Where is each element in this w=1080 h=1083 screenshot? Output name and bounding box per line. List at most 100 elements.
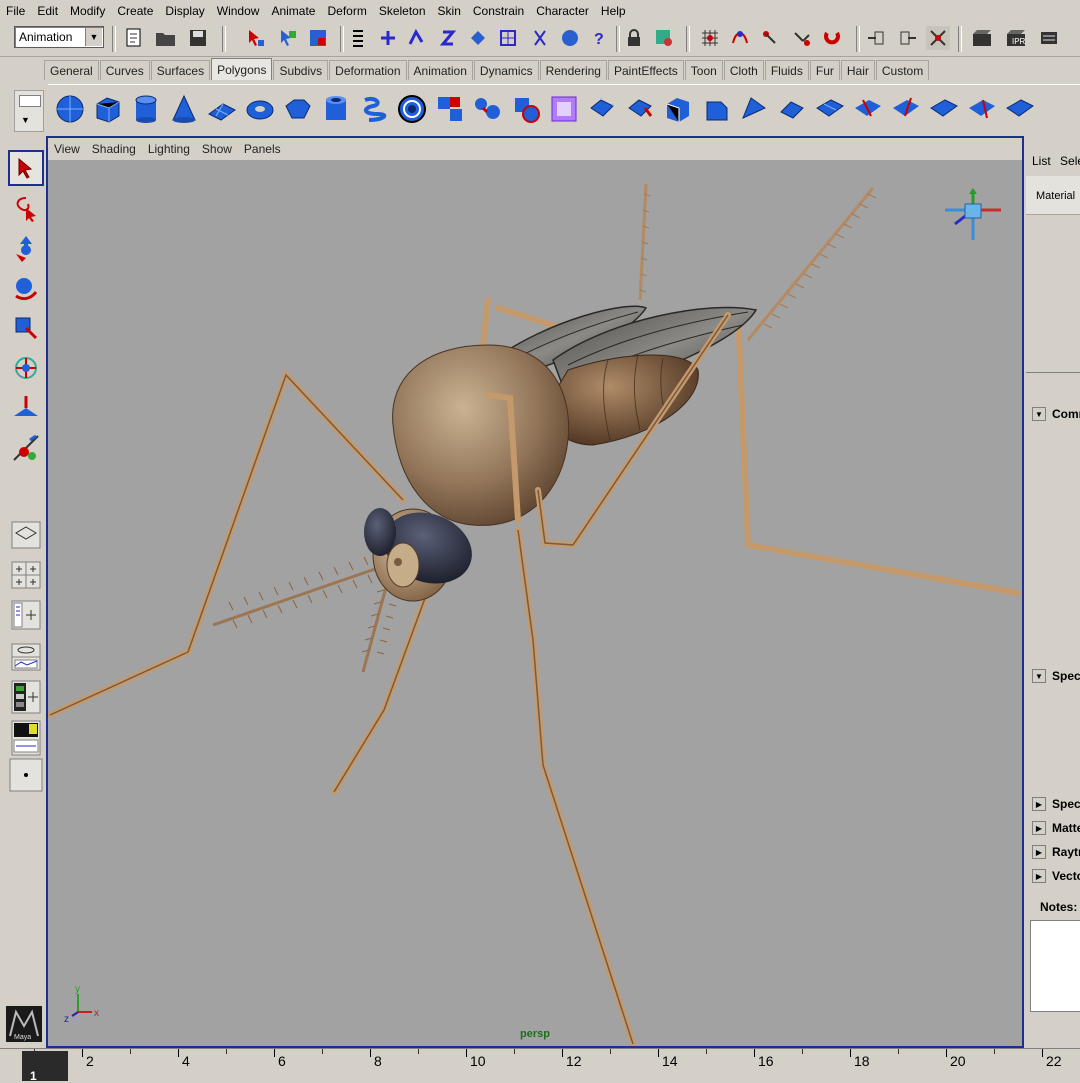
shelf-tab-fur[interactable]: Fur	[809, 60, 840, 80]
select-joints-icon[interactable]	[404, 26, 428, 50]
snap-to-point-icon[interactable]	[758, 26, 782, 50]
boolean-icon[interactable]	[510, 92, 542, 126]
cylindrical-mapping-icon[interactable]	[814, 92, 846, 126]
select-rendering-icon[interactable]	[558, 26, 582, 50]
poly-soccer-ball-icon[interactable]	[396, 92, 428, 126]
time-slider[interactable]: 1 2 4 6 8 10 12 14 16 18 20 22	[0, 1048, 1080, 1083]
panel-menu-lighting[interactable]: Lighting	[142, 142, 196, 156]
chevron-right-icon[interactable]: ▶	[1032, 821, 1046, 835]
planar-mapping-icon[interactable]	[776, 92, 808, 126]
input-connections-icon[interactable]	[864, 26, 888, 50]
shelf-tab-custom[interactable]: Custom	[875, 60, 930, 80]
new-scene-icon[interactable]	[122, 26, 146, 50]
select-surfaces-icon[interactable]	[466, 26, 490, 50]
chevron-down-icon[interactable]: ▼	[1032, 669, 1046, 683]
select-tool-icon[interactable]	[8, 150, 44, 186]
persp-outliner-layout-icon[interactable]	[8, 600, 44, 630]
highlight-selection-icon[interactable]	[652, 26, 676, 50]
menu-constrain[interactable]: Constrain	[467, 4, 530, 18]
scale-tool-icon[interactable]	[8, 310, 44, 346]
open-scene-icon[interactable]	[154, 26, 178, 50]
panel-menu-panels[interactable]: Panels	[238, 142, 287, 156]
snap-to-view-plane-icon[interactable]	[790, 26, 814, 50]
section-common[interactable]: ▼Common	[1032, 404, 1080, 424]
poly-cube-icon[interactable]	[92, 92, 124, 126]
menu-create[interactable]: Create	[111, 4, 159, 18]
select-by-hierarchy-icon[interactable]	[244, 26, 268, 50]
chevron-right-icon[interactable]: ▶	[1032, 845, 1046, 859]
menu-skeleton[interactable]: Skeleton	[373, 4, 432, 18]
poly-cone-icon[interactable]	[168, 92, 200, 126]
menu-list[interactable]: List	[1032, 154, 1051, 168]
bevel-icon[interactable]	[700, 92, 732, 126]
poly-sphere-icon[interactable]	[54, 92, 86, 126]
lasso-tool-icon[interactable]	[8, 190, 44, 226]
shelf-tab-rendering[interactable]: Rendering	[539, 60, 607, 80]
menu-selected[interactable]: Selected	[1060, 154, 1080, 168]
shelf-tabs-icon[interactable]	[19, 95, 41, 107]
select-dynamics-icon[interactable]	[528, 26, 552, 50]
section-special[interactable]: ▶Special	[1032, 794, 1080, 814]
select-curves-icon[interactable]	[436, 26, 460, 50]
poly-cylinder-icon[interactable]	[130, 92, 162, 126]
extrude-face-icon[interactable]	[586, 92, 618, 126]
chevron-down-icon[interactable]: ▼	[21, 115, 30, 125]
chevron-right-icon[interactable]: ▶	[1032, 797, 1046, 811]
layout-options-icon[interactable]	[8, 758, 44, 792]
poly-prism-icon[interactable]	[282, 92, 314, 126]
output-connections-icon[interactable]	[896, 26, 920, 50]
chevron-down-icon[interactable]: ▼	[1032, 407, 1046, 421]
hypershade-render-layout-icon[interactable]	[8, 720, 44, 756]
move-uvs-icon[interactable]	[1004, 92, 1036, 126]
tab-material[interactable]: Material	[1036, 190, 1075, 202]
menu-character[interactable]: Character	[530, 4, 595, 18]
section-specular[interactable]: ▼Specular	[1032, 666, 1080, 686]
menu-skin[interactable]: Skin	[432, 4, 467, 18]
separate-icon[interactable]	[472, 92, 504, 126]
smooth-proxy-icon[interactable]	[548, 92, 580, 126]
shelf-tab-dynamics[interactable]: Dynamics	[473, 60, 539, 80]
poly-pipe-icon[interactable]	[320, 92, 352, 126]
select-by-component-icon[interactable]	[306, 26, 330, 50]
shelf-menu[interactable]: ▼	[14, 90, 44, 132]
select-deformations-icon[interactable]	[496, 26, 520, 50]
snap-to-curve-icon[interactable]	[728, 26, 752, 50]
current-frame-marker[interactable]: 1	[22, 1051, 68, 1083]
render-current-frame-icon[interactable]	[970, 26, 994, 50]
menu-window[interactable]: Window	[211, 4, 266, 18]
single-perspective-layout-icon[interactable]	[8, 520, 44, 550]
chevron-right-icon[interactable]: ▶	[1032, 869, 1046, 883]
panel-menu-view[interactable]: View	[48, 142, 86, 156]
ipr-render-icon[interactable]: IPR	[1004, 26, 1028, 50]
menu-set-dropdown[interactable]: Animation ▼	[14, 26, 104, 48]
section-raytrace[interactable]: ▶Raytrace	[1032, 842, 1080, 862]
shelf-tab-polygons[interactable]: Polygons	[211, 58, 273, 80]
show-manipulator-icon[interactable]	[8, 430, 44, 466]
select-handles-icon[interactable]	[376, 26, 400, 50]
select-by-object-type-icon[interactable]	[276, 26, 300, 50]
hypershade-persp-layout-icon[interactable]	[8, 680, 44, 714]
notes-field[interactable]	[1030, 920, 1080, 1012]
poly-torus-icon[interactable]	[244, 92, 276, 126]
soft-modification-icon[interactable]	[8, 390, 44, 426]
menu-modify[interactable]: Modify	[64, 4, 111, 18]
save-scene-icon[interactable]	[186, 26, 210, 50]
shelf-tab-toon[interactable]: Toon	[684, 60, 723, 80]
poly-plane-icon[interactable]	[206, 92, 238, 126]
combine-icon[interactable]	[434, 92, 466, 126]
poly-helix-icon[interactable]	[358, 92, 390, 126]
sew-uvs-icon[interactable]	[966, 92, 998, 126]
shelf-tab-surfaces[interactable]: Surfaces	[150, 60, 211, 80]
panel-menu-show[interactable]: Show	[196, 142, 238, 156]
rotate-tool-icon[interactable]	[8, 270, 44, 306]
move-tool-icon[interactable]	[8, 230, 44, 266]
snap-to-grid-icon[interactable]	[698, 26, 722, 50]
chevron-down-icon[interactable]: ▼	[85, 28, 102, 46]
lock-selection-icon[interactable]	[622, 26, 646, 50]
shelf-tab-painteffects[interactable]: PaintEffects	[607, 60, 684, 80]
shelf-tab-general[interactable]: General	[44, 60, 99, 80]
automatic-mapping-icon[interactable]	[890, 92, 922, 126]
shelf-tab-deformation[interactable]: Deformation	[329, 60, 407, 80]
construction-history-icon[interactable]	[926, 26, 950, 50]
panel-menu-shading[interactable]: Shading	[86, 142, 142, 156]
